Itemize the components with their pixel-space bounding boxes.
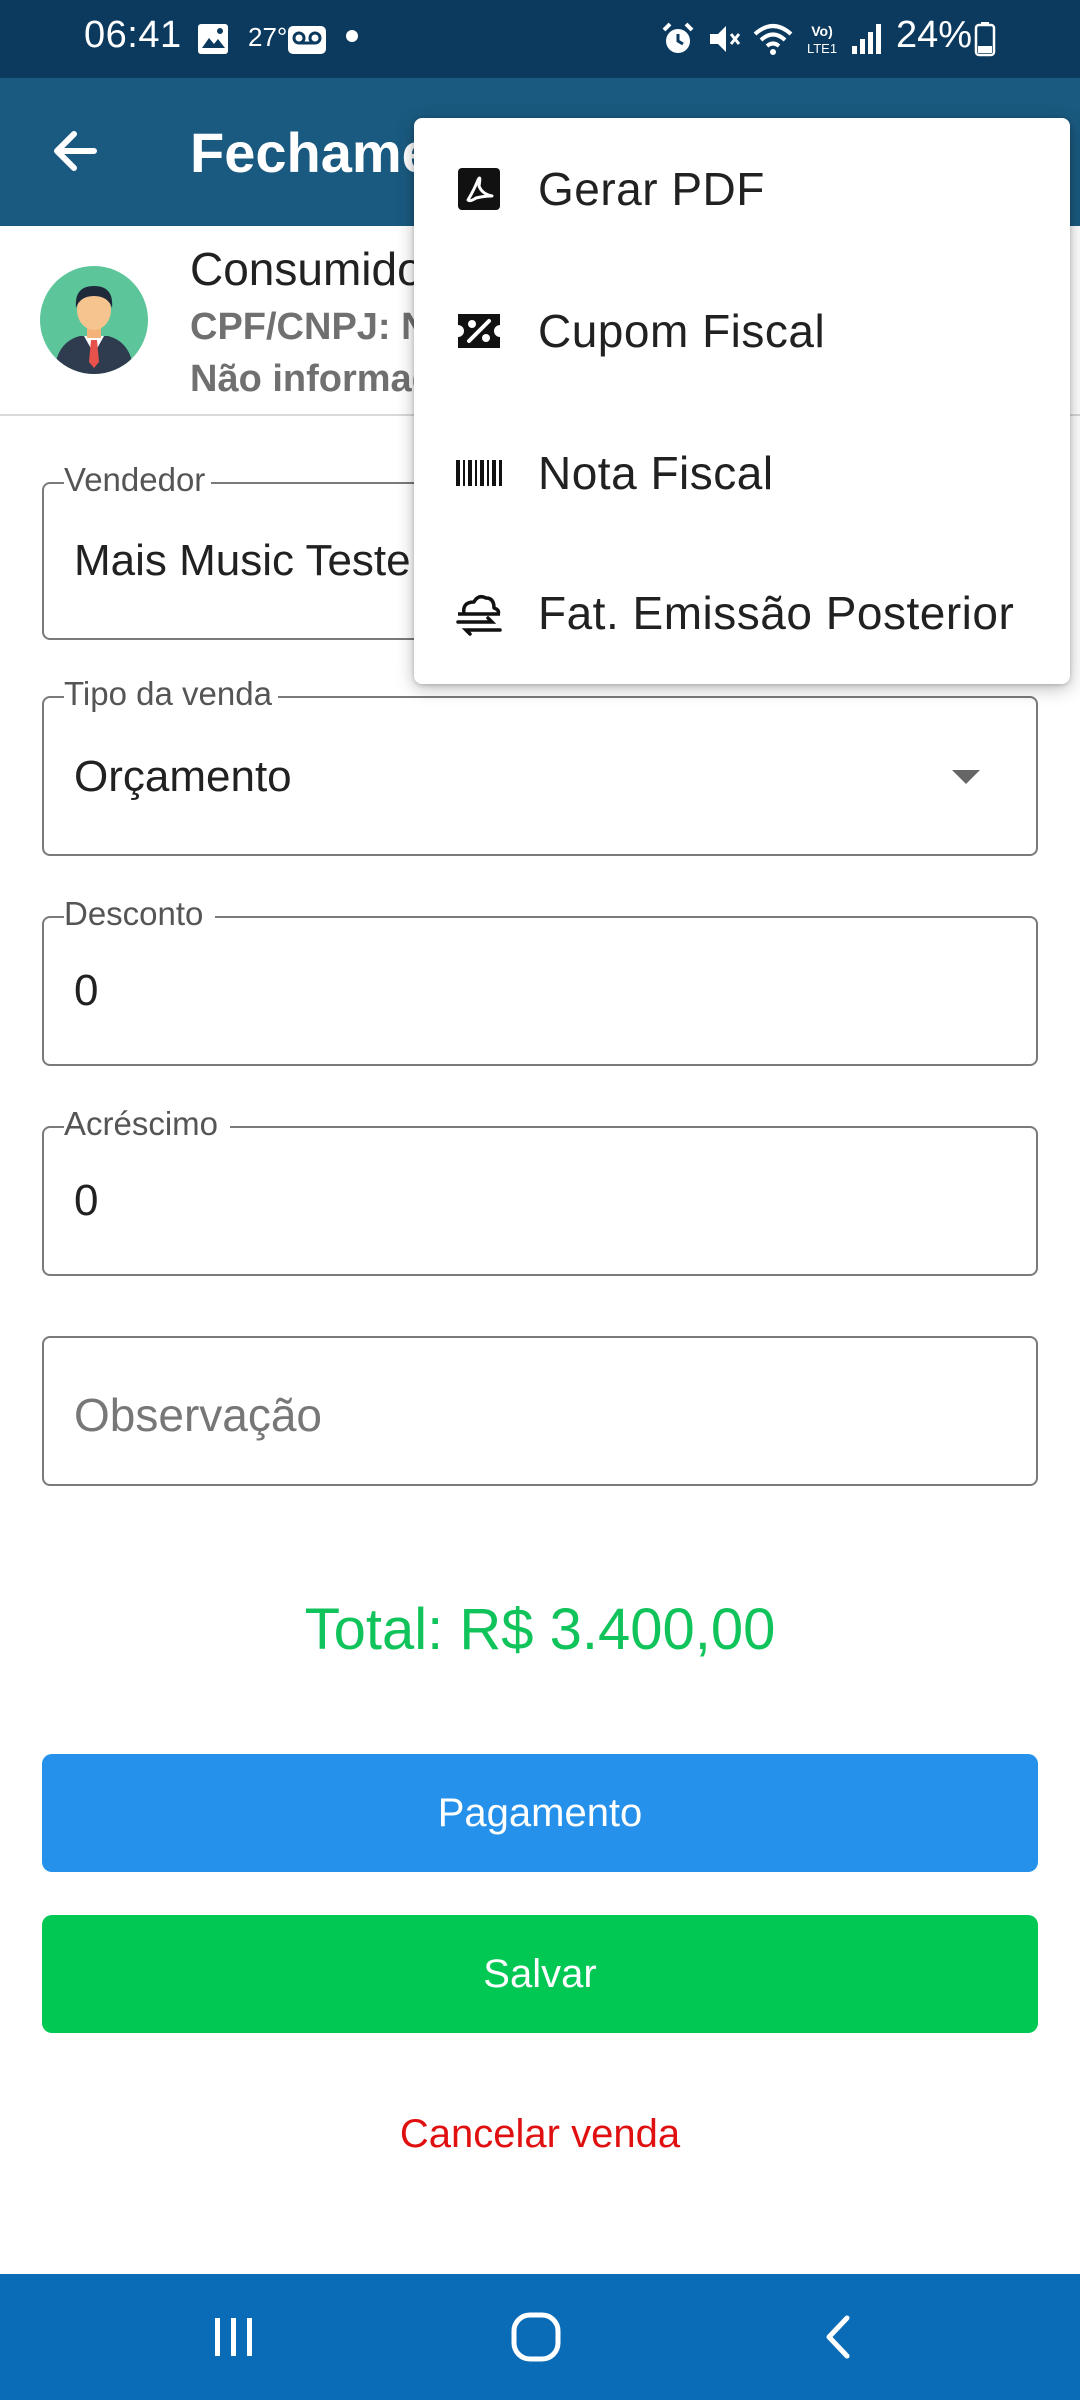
menu-item-label: Gerar PDF bbox=[538, 163, 765, 215]
wifi-icon bbox=[753, 24, 793, 55]
alarm-icon bbox=[662, 22, 694, 53]
menu-item-cupom-fiscal[interactable]: Cupom Fiscal bbox=[414, 260, 1070, 402]
pdf-icon bbox=[458, 168, 500, 210]
menu-item-label: Nota Fiscal bbox=[538, 447, 774, 499]
total-amount: Total: R$ 3.400,00 bbox=[304, 1597, 776, 1662]
voicemail-icon bbox=[288, 26, 326, 54]
note-placeholder: Observação bbox=[74, 1389, 323, 1441]
sale-type-select[interactable]: Tipo da venda Orçamento bbox=[42, 674, 1038, 856]
cancel-sale-button[interactable]: Cancelar venda bbox=[0, 2112, 1080, 2157]
avatar bbox=[40, 266, 148, 374]
customer-name: Consumidor bbox=[190, 243, 438, 295]
battery-percentage: 24% bbox=[896, 14, 973, 56]
nav-back-button[interactable] bbox=[780, 2300, 900, 2374]
sale-type-label: Tipo da venda bbox=[64, 674, 278, 714]
barcode-icon bbox=[456, 460, 502, 486]
recent-apps-button[interactable] bbox=[174, 2300, 294, 2374]
menu-item-gerar-pdf[interactable]: Gerar PDF bbox=[414, 118, 1070, 260]
sale-type-value: Orçamento bbox=[74, 752, 292, 801]
home-button[interactable] bbox=[476, 2300, 596, 2374]
status-time: 06:41 bbox=[84, 14, 182, 56]
battery-icon bbox=[974, 22, 996, 57]
save-button[interactable]: Salvar bbox=[42, 1915, 1038, 2033]
surcharge-value: 0 bbox=[74, 1176, 99, 1225]
discount-label: Desconto bbox=[64, 894, 216, 934]
seller-label: Vendedor bbox=[64, 460, 212, 500]
cloud-sync-icon bbox=[456, 594, 502, 636]
menu-item-label: Cupom Fiscal bbox=[538, 305, 826, 357]
seller-value: Mais Music Teste bbox=[74, 536, 411, 585]
svg-text:LTE1: LTE1 bbox=[807, 41, 837, 56]
gallery-icon bbox=[198, 24, 228, 54]
menu-item-label: Fat. Emissão Posterior bbox=[538, 587, 1015, 639]
menu-item-nota-fiscal[interactable]: Nota Fiscal bbox=[414, 402, 1070, 544]
mute-icon bbox=[710, 26, 741, 52]
coupon-percent-icon bbox=[458, 314, 500, 348]
menu-item-fat-emissao-posterior[interactable]: Fat. Emissão Posterior bbox=[414, 542, 1070, 684]
back-arrow-icon[interactable] bbox=[42, 118, 108, 184]
options-menu: Gerar PDF Cupom Fiscal Nota Fiscal Fat. … bbox=[414, 118, 1070, 684]
chevron-down-icon bbox=[952, 770, 980, 784]
svg-text:Vo): Vo) bbox=[811, 23, 833, 39]
surcharge-label: Acréscimo bbox=[64, 1104, 231, 1144]
status-bar: 06:41 27° Vo) LTE1 24% bbox=[0, 0, 1080, 78]
recent-apps-icon bbox=[215, 2318, 252, 2356]
system-nav-bar bbox=[0, 2274, 1080, 2400]
volte-icon: Vo) LTE1 bbox=[807, 23, 837, 56]
status-temperature: 27° bbox=[248, 22, 288, 52]
home-icon bbox=[511, 2312, 561, 2362]
discount-field[interactable]: Desconto 0 bbox=[42, 894, 1038, 1066]
notification-dot bbox=[346, 30, 358, 42]
note-field[interactable]: Observação bbox=[42, 1336, 1038, 1486]
surcharge-field[interactable]: Acréscimo 0 bbox=[42, 1104, 1038, 1276]
nav-back-icon bbox=[826, 2315, 850, 2359]
signal-icon bbox=[852, 24, 881, 54]
discount-value: 0 bbox=[74, 966, 99, 1015]
payment-button[interactable]: Pagamento bbox=[42, 1754, 1038, 1872]
